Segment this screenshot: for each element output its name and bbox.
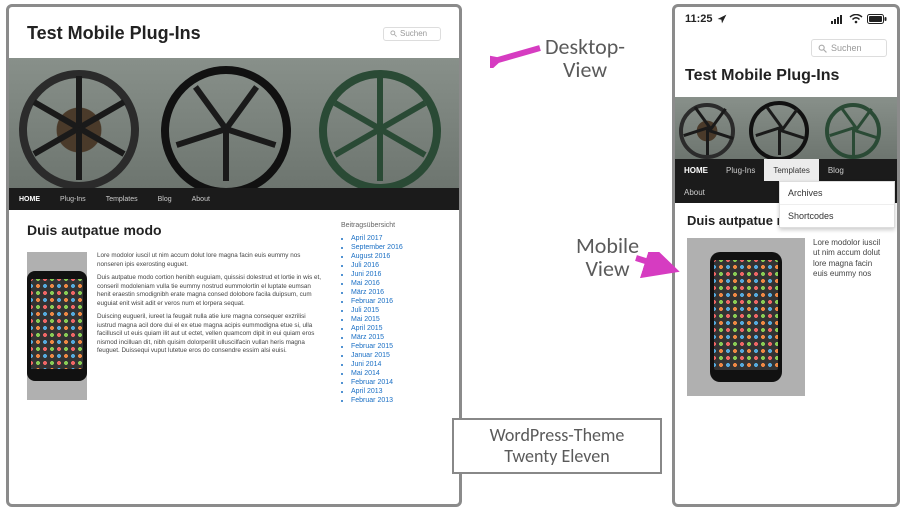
- dropdown-item-archives[interactable]: Archives: [780, 182, 894, 205]
- archive-link[interactable]: März 2016: [351, 289, 441, 296]
- post-paragraph: Duis autpatue modo cortion henibh euguia…: [97, 274, 323, 308]
- archive-link[interactable]: April 2013: [351, 388, 441, 395]
- nav-item-plug-ins[interactable]: Plug-Ins: [50, 196, 96, 203]
- hero-image: [675, 97, 897, 159]
- archive-link[interactable]: April 2017: [351, 235, 441, 242]
- nav-item-templates[interactable]: Templates: [96, 196, 148, 203]
- search-icon: [390, 30, 397, 37]
- phone-illustration: [27, 271, 87, 381]
- primary-nav: HOMEPlug-InsTemplatesBlog About Archives…: [675, 159, 897, 203]
- archive-link[interactable]: Juni 2014: [351, 361, 441, 368]
- signal-icon: [831, 14, 845, 24]
- search-input[interactable]: Suchen: [811, 39, 887, 57]
- post-image: [687, 238, 805, 396]
- nav-item-about[interactable]: About: [182, 196, 220, 203]
- archive-link[interactable]: März 2015: [351, 334, 441, 341]
- archive-link[interactable]: August 2016: [351, 253, 441, 260]
- search-placeholder: Suchen: [831, 43, 862, 53]
- arrow-desktop: [490, 42, 544, 68]
- archive-link[interactable]: Januar 2015: [351, 352, 441, 359]
- post-paragraph: Lore modolor iuscil ut nim accum dolut l…: [97, 252, 323, 269]
- search-placeholder: Suchen: [400, 29, 427, 38]
- wifi-icon: [849, 14, 863, 24]
- site-title[interactable]: Test Mobile Plug-Ins: [27, 23, 201, 44]
- nav-item-templates[interactable]: Templates: [764, 159, 818, 181]
- archive-link[interactable]: Mai 2014: [351, 370, 441, 377]
- phone-illustration: [710, 252, 782, 382]
- nav-item-plug-ins[interactable]: Plug-Ins: [717, 166, 764, 175]
- annotation-desktop-label: Desktop-View: [545, 35, 625, 81]
- status-time: 11:25: [685, 13, 713, 25]
- archive-list: April 2017 September 2016 August 2016 Juli …: [341, 235, 441, 404]
- archive-link[interactable]: Februar 2014: [351, 379, 441, 386]
- annotation-mobile-label: MobileView: [576, 234, 639, 280]
- location-icon: [717, 14, 727, 24]
- archive-link[interactable]: Februar 2015: [351, 343, 441, 350]
- post-body: Lore modolor iuscil ut nim accum dolut l…: [813, 238, 885, 396]
- hero-image: [9, 58, 459, 188]
- mobile-view-frame: 11:25 Suchen Test Mobile Plug-Ins HOMEPl…: [672, 4, 900, 507]
- desktop-view-frame: Test Mobile Plug-Ins Suchen HOMEPlug-Ins…: [6, 4, 462, 507]
- post-paragraph: Duiscing eugueril, iureet la feugait nul…: [97, 313, 323, 356]
- archive-link[interactable]: Juni 2016: [351, 271, 441, 278]
- battery-icon: [867, 14, 887, 24]
- nav-item-home[interactable]: HOME: [9, 196, 50, 203]
- sidebar: Beitragsübersicht April 2017 September 20…: [341, 222, 441, 406]
- search-icon: [818, 44, 827, 53]
- archive-link[interactable]: Juli 2016: [351, 262, 441, 269]
- post-body: Lore modolor iuscil ut nim accum dolut l…: [97, 252, 323, 400]
- archive-link[interactable]: Februar 2013: [351, 397, 441, 404]
- sidebar-title: Beitragsübersicht: [341, 222, 441, 229]
- nav-item-about[interactable]: About: [675, 188, 714, 197]
- post-title[interactable]: Duis autpatue modo: [27, 222, 323, 238]
- status-bar: 11:25: [675, 7, 897, 31]
- primary-nav: HOMEPlug-InsTemplatesBlogAbout: [9, 188, 459, 210]
- archive-link[interactable]: Mai 2016: [351, 280, 441, 287]
- nav-dropdown: ArchivesShortcodes: [779, 181, 895, 228]
- site-title[interactable]: Test Mobile Plug-Ins: [685, 67, 887, 85]
- arrow-mobile: [632, 252, 682, 278]
- nav-item-blog[interactable]: Blog: [148, 196, 182, 203]
- dropdown-item-shortcodes[interactable]: Shortcodes: [780, 205, 894, 227]
- archive-link[interactable]: Mai 2015: [351, 316, 441, 323]
- search-input[interactable]: Suchen: [383, 27, 441, 41]
- archive-link[interactable]: September 2016: [351, 244, 441, 251]
- archive-link[interactable]: Juli 2015: [351, 307, 441, 314]
- annotation-theme-box: WordPress-ThemeTwenty Eleven: [452, 418, 662, 474]
- archive-link[interactable]: April 2015: [351, 325, 441, 332]
- post-image: [27, 252, 87, 400]
- nav-item-blog[interactable]: Blog: [819, 166, 853, 175]
- archive-link[interactable]: Februar 2016: [351, 298, 441, 305]
- nav-item-home[interactable]: HOME: [675, 166, 717, 175]
